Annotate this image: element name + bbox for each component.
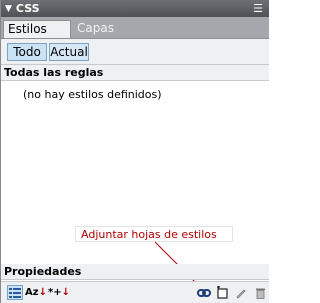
panel-title: CSS [15,2,40,15]
rules-section-header: Todas las reglas [1,65,269,81]
panel-titlebar[interactable]: ▼ CSS ☰ [1,0,269,17]
edit-style-icon[interactable] [233,285,249,300]
todo-toggle-button[interactable]: Todo [7,43,47,61]
attach-stylesheet-callout: Adjuntar hojas de estilos [75,226,233,242]
panel-menu-icon[interactable]: ☰ [253,2,263,15]
set-arrow: ↓ [61,287,70,298]
new-css-rule-icon[interactable] [214,285,230,300]
css-panel: ▼ CSS ☰ Estilos CSS Capas Todo Actual To… [0,0,269,303]
show-set-properties-icon[interactable]: *+ ↓ [48,285,70,300]
tab-capas[interactable]: Capas [73,20,118,38]
bottom-toolbar: Az ↓ *+ ↓ [1,281,269,303]
az-label: Az [25,287,39,298]
empty-rules-message: (no hay estilos definidos) [23,88,162,101]
delete-rule-icon[interactable] [252,285,268,300]
mode-toggle-bar: Todo Actual [1,39,269,65]
set-label: *+ [48,287,62,298]
attach-stylesheet-icon[interactable] [196,285,212,300]
actual-toggle-button[interactable]: Actual [49,43,89,61]
properties-section-header: Propiedades [1,264,269,280]
tab-estilos-css[interactable]: Estilos CSS [3,20,71,53]
tab-bar: Estilos CSS Capas [1,17,269,53]
sort-az-icon[interactable]: Az ↓ [25,285,47,300]
az-arrow: ↓ [38,287,47,298]
category-list-icon[interactable] [7,285,23,300]
collapse-arrow-icon[interactable]: ▼ [5,4,12,14]
